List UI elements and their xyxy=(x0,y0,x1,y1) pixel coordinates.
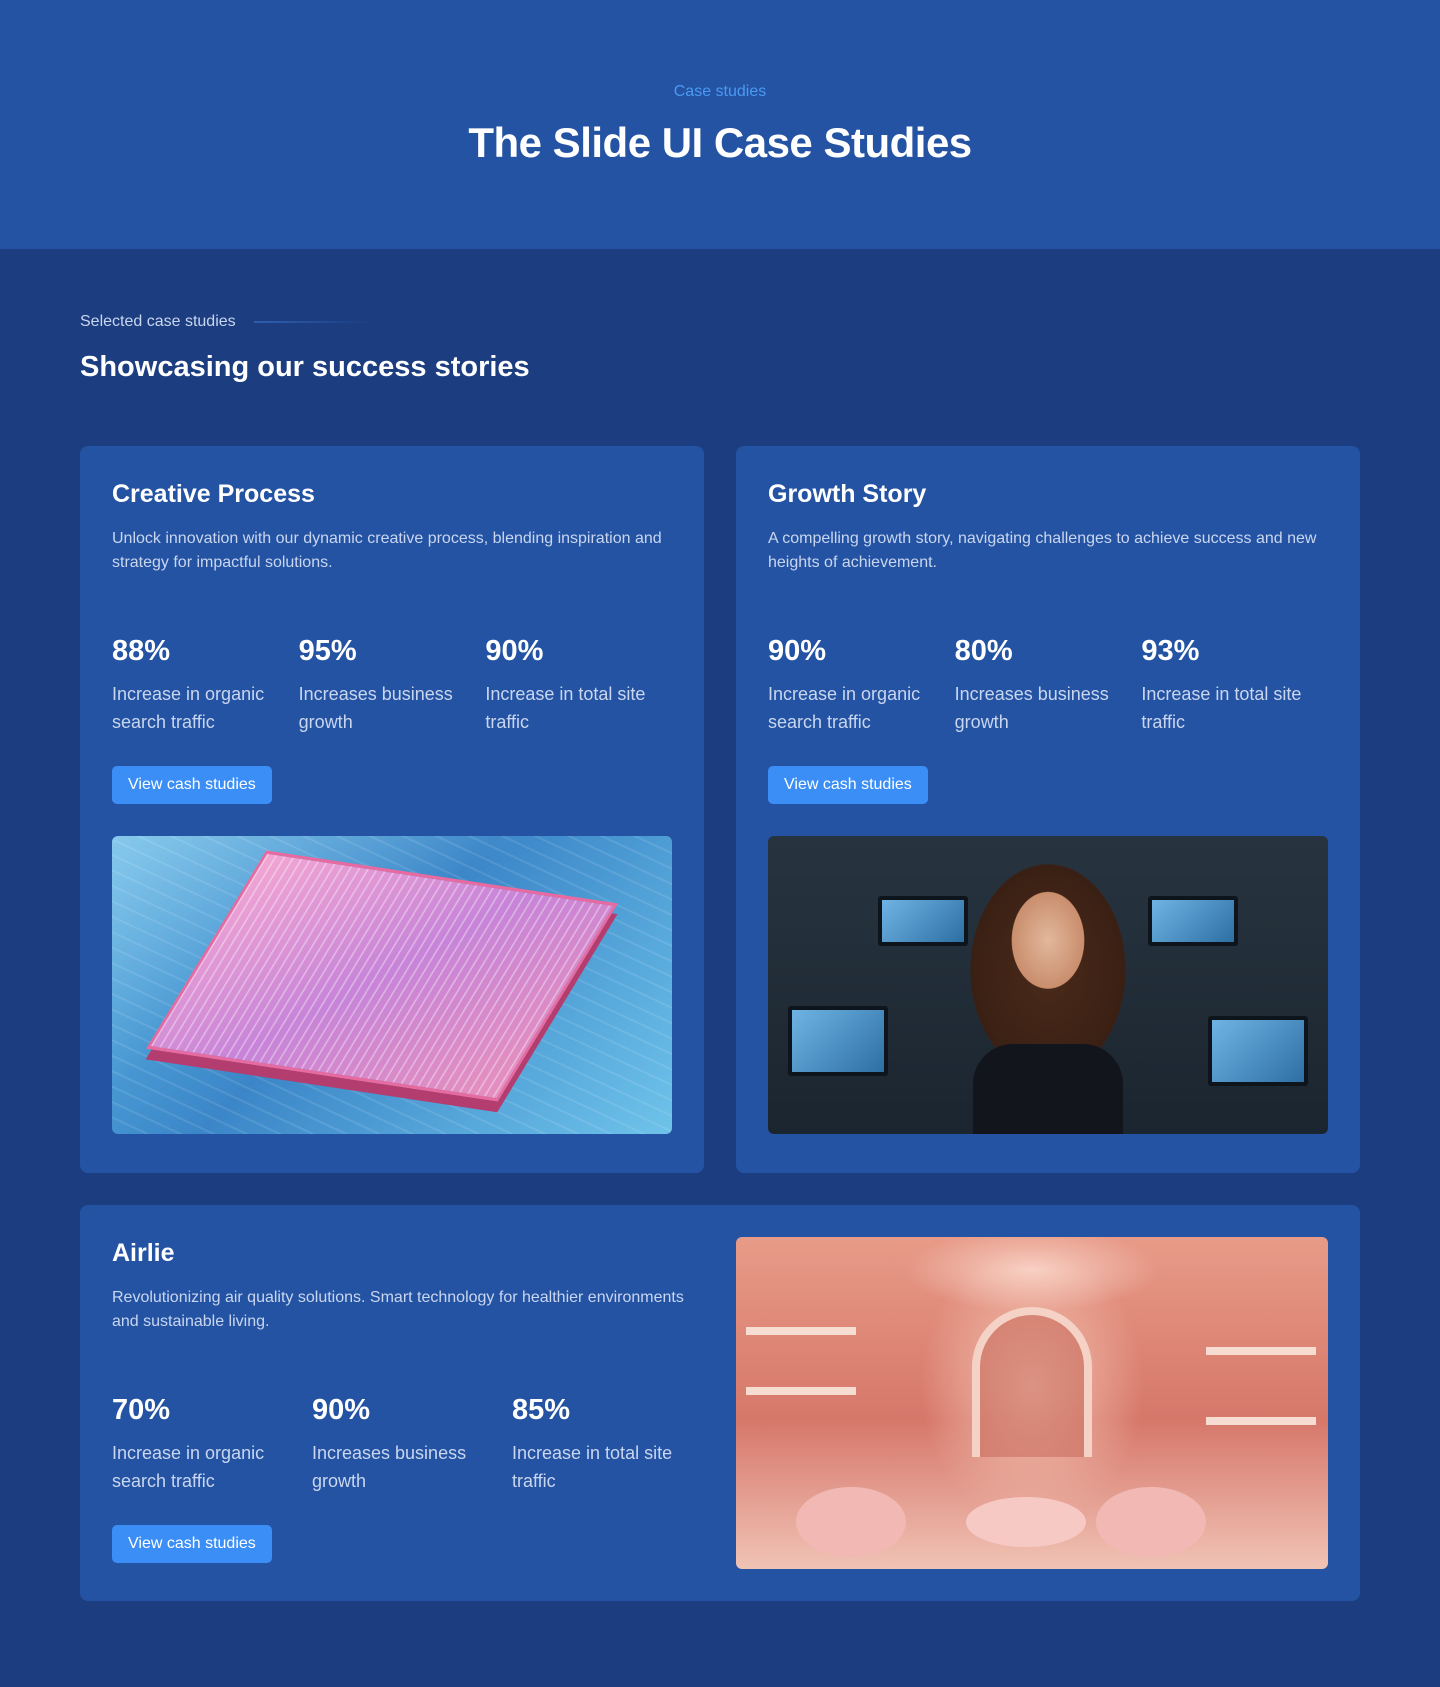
stat-value: 88% xyxy=(112,635,171,667)
wide-card-row: Airlie Revolutionizing air quality solut… xyxy=(80,1205,1360,1601)
card-description: A compelling growth story, navigating ch… xyxy=(768,530,1317,571)
case-study-grid: Creative Process Unlock innovation with … xyxy=(80,446,1360,1173)
case-study-card-growth-story: Growth Story A compelling growth story, … xyxy=(736,446,1360,1173)
card-title: Growth Story xyxy=(768,480,927,508)
circuit-chip-image xyxy=(112,836,672,1134)
stat-item: 85% Increase in total site traffic xyxy=(512,1394,712,1495)
chip-graphic xyxy=(146,850,618,1102)
stats-row: 90% Increase in organic search traffic 8… xyxy=(768,635,1328,736)
stat-label: Increase in total site traffic xyxy=(1141,684,1302,732)
stat-value: 90% xyxy=(485,635,544,667)
stat-label: Increases business growth xyxy=(312,1443,467,1491)
stat-label: Increases business growth xyxy=(954,684,1109,732)
card-title: Airlie xyxy=(112,1239,175,1267)
arch-graphic xyxy=(972,1307,1092,1457)
stat-label: Increase in organic search traffic xyxy=(112,684,265,732)
stat-item: 88% Increase in organic search traffic xyxy=(112,635,299,736)
monitor-graphic xyxy=(1148,896,1238,946)
case-studies-section: Selected case studies Showcasing our suc… xyxy=(0,249,1440,1601)
shelf-graphic xyxy=(746,1327,856,1335)
section-eyebrow-label: Selected case studies xyxy=(80,313,236,330)
stats-row: 88% Increase in organic search traffic 9… xyxy=(112,635,672,736)
section-eyebrow: Selected case studies xyxy=(80,313,1360,331)
person-graphic xyxy=(973,1044,1123,1134)
stat-item: 70% Increase in organic search traffic xyxy=(112,1394,312,1495)
monitor-graphic xyxy=(788,1006,888,1076)
card-description: Revolutionizing air quality solutions. S… xyxy=(112,1289,684,1330)
eyebrow-divider xyxy=(253,321,372,323)
stat-item: 90% Increase in total site traffic xyxy=(485,635,672,736)
pink-boutique-image xyxy=(736,1237,1328,1569)
case-study-card-creative-process: Creative Process Unlock innovation with … xyxy=(80,446,704,1173)
shelf-graphic xyxy=(1206,1347,1316,1355)
monitor-graphic xyxy=(878,896,968,946)
card-title: Creative Process xyxy=(112,480,315,508)
armchair-graphic xyxy=(796,1487,906,1557)
view-case-studies-button[interactable]: View cash studies xyxy=(112,766,272,804)
monitor-graphic xyxy=(1208,1016,1308,1086)
hero-banner: Case studies The Slide UI Case Studies xyxy=(0,0,1440,249)
stat-label: Increase in total site traffic xyxy=(512,1443,673,1491)
stat-value: 85% xyxy=(512,1394,571,1426)
card-description: Unlock innovation with our dynamic creat… xyxy=(112,530,662,571)
stat-label: Increase in organic search traffic xyxy=(112,1443,265,1491)
stat-label: Increase in organic search traffic xyxy=(768,684,921,732)
view-case-studies-button[interactable]: View cash studies xyxy=(768,766,928,804)
stat-value: 95% xyxy=(298,635,357,667)
stat-item: 93% Increase in total site traffic xyxy=(1141,635,1328,736)
shelf-graphic xyxy=(1206,1417,1316,1425)
view-case-studies-button[interactable]: View cash studies xyxy=(112,1525,272,1563)
stat-value: 70% xyxy=(112,1394,171,1426)
case-study-card-airlie: Airlie Revolutionizing air quality solut… xyxy=(80,1205,1360,1601)
stat-label: Increases business growth xyxy=(298,684,453,732)
stat-item: 90% Increase in organic search traffic xyxy=(768,635,955,736)
stat-item: 95% Increases business growth xyxy=(299,635,486,736)
stat-value: 90% xyxy=(768,635,827,667)
stat-value: 93% xyxy=(1141,635,1200,667)
card-content: Airlie Revolutionizing air quality solut… xyxy=(112,1237,712,1569)
ottoman-graphic xyxy=(966,1497,1086,1547)
stat-value: 80% xyxy=(954,635,1013,667)
armchair-graphic xyxy=(1096,1487,1206,1557)
stat-item: 90% Increases business growth xyxy=(312,1394,512,1495)
shelf-graphic xyxy=(746,1387,856,1395)
stat-label: Increase in total site traffic xyxy=(485,684,646,732)
stat-value: 90% xyxy=(312,1394,371,1426)
stat-item: 80% Increases business growth xyxy=(955,635,1142,736)
hero-eyebrow: Case studies xyxy=(673,83,767,100)
stats-row: 70% Increase in organic search traffic 9… xyxy=(112,1394,712,1495)
section-title: Showcasing our success stories xyxy=(80,351,530,383)
businesswoman-office-image xyxy=(768,836,1328,1134)
page-title: The Slide UI Case Studies xyxy=(468,119,972,166)
